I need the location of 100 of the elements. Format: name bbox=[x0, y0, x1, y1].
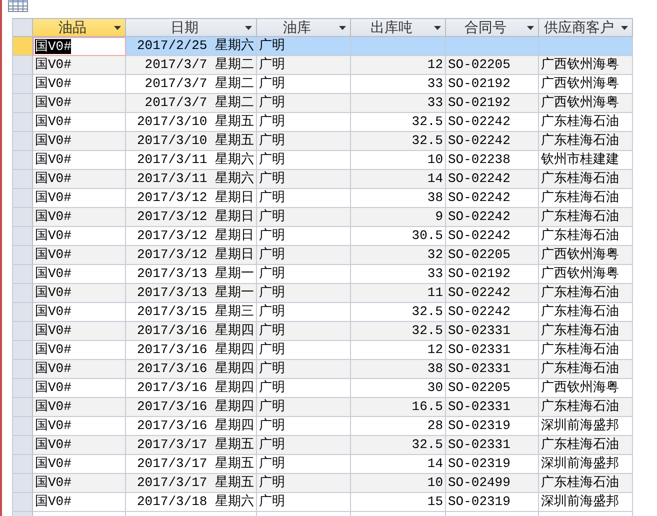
table-cell: 广东桂海石油 bbox=[539, 360, 633, 379]
column-header[interactable]: 合同号 bbox=[446, 18, 539, 37]
table-cell: 2017/3/18 星期六 bbox=[126, 493, 257, 512]
row-selector[interactable] bbox=[13, 455, 33, 474]
table-cell: 广明 bbox=[257, 170, 351, 189]
table-cell: 2017/3/7 星期二 bbox=[126, 94, 257, 113]
row-selector[interactable] bbox=[13, 94, 33, 113]
table-cell: SO-02242 bbox=[446, 284, 539, 303]
table-cell: 广明 bbox=[257, 246, 351, 265]
row-selector[interactable] bbox=[13, 189, 33, 208]
column-header[interactable]: 日期 bbox=[126, 18, 257, 37]
row-selector[interactable] bbox=[13, 132, 33, 151]
table-cell: 2017/3/12 星期日 bbox=[126, 246, 257, 265]
row-selector[interactable] bbox=[13, 284, 33, 303]
table-cell: SO-02331 bbox=[446, 398, 539, 417]
table-cell: 国V0# bbox=[33, 284, 126, 303]
table-cell: 广明 bbox=[257, 56, 351, 75]
column-header[interactable]: 供应商客户 bbox=[539, 18, 633, 37]
table-cell: 2017/3/17 星期五 bbox=[126, 474, 257, 493]
table-cell: 广东桂海石油 bbox=[539, 284, 633, 303]
table-icon bbox=[8, 0, 28, 12]
table-cell: 32 bbox=[351, 246, 446, 265]
table-cell: 广西钦州海粤 bbox=[539, 94, 633, 113]
table-cell: 32.5 bbox=[351, 322, 446, 341]
table-cell: SO-02242 bbox=[446, 208, 539, 227]
table-cell: 广东桂海石油 bbox=[539, 398, 633, 417]
table-cell: SO-02331 bbox=[446, 322, 539, 341]
table-cell: 2017/3/16 星期四 bbox=[126, 398, 257, 417]
row-selector[interactable] bbox=[13, 474, 33, 493]
dropdown-arrow-icon[interactable] bbox=[434, 26, 441, 30]
table-cell: 国V0# bbox=[33, 170, 126, 189]
dropdown-arrow-icon[interactable] bbox=[339, 26, 346, 30]
table-cell: 33 bbox=[351, 94, 446, 113]
select-all-corner[interactable] bbox=[13, 18, 33, 37]
table-cell: SO-02205 bbox=[446, 246, 539, 265]
table-cell: 国V0# bbox=[33, 436, 126, 455]
column-title: 供应商客户 bbox=[543, 19, 615, 36]
table-cell: 9 bbox=[351, 208, 446, 227]
dropdown-arrow-icon[interactable] bbox=[114, 26, 121, 30]
table-cell: SO-02331 bbox=[446, 360, 539, 379]
table-cell: SO-02331 bbox=[446, 436, 539, 455]
row-selector[interactable] bbox=[13, 417, 33, 436]
row-selector[interactable] bbox=[13, 208, 33, 227]
row-selector[interactable] bbox=[13, 227, 33, 246]
table-cell: 32.5 bbox=[351, 436, 446, 455]
column-header[interactable]: 油库 bbox=[257, 18, 351, 37]
table-cell: 国V0# bbox=[33, 56, 126, 75]
table-cell: 广明 bbox=[257, 398, 351, 417]
table-cell: 国V0# bbox=[33, 132, 126, 151]
column-title: 日期 bbox=[170, 20, 200, 36]
row-selector[interactable] bbox=[13, 170, 33, 189]
table-cell: SO-02192 bbox=[446, 94, 539, 113]
dropdown-arrow-icon[interactable] bbox=[621, 26, 628, 30]
table-cell: 国V0# bbox=[33, 208, 126, 227]
dropdown-arrow-icon[interactable] bbox=[245, 26, 252, 30]
table-cell: 广东桂海石油 bbox=[539, 322, 633, 341]
column-title: 油品 bbox=[58, 20, 88, 36]
row-selector[interactable] bbox=[13, 113, 33, 132]
row-selector[interactable] bbox=[13, 265, 33, 284]
table-cell: 国V0# bbox=[33, 398, 126, 417]
table-cell: 38 bbox=[351, 360, 446, 379]
row-selector[interactable] bbox=[13, 37, 33, 56]
table-cell: 15 bbox=[351, 493, 446, 512]
table-cell: 广明 bbox=[257, 284, 351, 303]
row-selector[interactable] bbox=[13, 303, 33, 322]
table-cell: 32.5 bbox=[351, 132, 446, 151]
table-cell: 国V0# bbox=[33, 322, 126, 341]
table-cell: 广明 bbox=[257, 208, 351, 227]
table-cell: 广明 bbox=[257, 132, 351, 151]
row-selector[interactable] bbox=[13, 56, 33, 75]
row-selector[interactable] bbox=[13, 322, 33, 341]
row-selector[interactable] bbox=[13, 75, 33, 94]
table-cell: 广东桂海石油 bbox=[539, 474, 633, 493]
table-cell: 广东桂海石油 bbox=[539, 436, 633, 455]
row-selector[interactable] bbox=[13, 246, 33, 265]
table-cell: 2017/3/17 星期五 bbox=[126, 436, 257, 455]
table-cell: 2017/3/16 星期四 bbox=[126, 360, 257, 379]
table-cell: 10 bbox=[351, 474, 446, 493]
row-selector[interactable] bbox=[13, 436, 33, 455]
table-cell: 广西钦州海粤 bbox=[539, 246, 633, 265]
row-selector[interactable] bbox=[13, 398, 33, 417]
table-cell: 2017/3/7 星期二 bbox=[126, 56, 257, 75]
table-cell: 广明 bbox=[257, 37, 351, 56]
table-cell: 广西钦州海粤 bbox=[539, 56, 633, 75]
dropdown-arrow-icon[interactable] bbox=[527, 26, 534, 30]
table-cell: 国V0# bbox=[33, 360, 126, 379]
column-header[interactable]: 出库吨 bbox=[351, 18, 446, 37]
table-cell: 广明 bbox=[257, 474, 351, 493]
row-selector[interactable] bbox=[13, 493, 33, 512]
table-cell: 2017/3/11 星期六 bbox=[126, 170, 257, 189]
table-cell: SO-02205 bbox=[446, 56, 539, 75]
row-selector[interactable] bbox=[13, 379, 33, 398]
column-header[interactable]: 油品 bbox=[33, 18, 126, 37]
row-selector[interactable] bbox=[13, 151, 33, 170]
table-cell: 广东桂海石油 bbox=[539, 170, 633, 189]
table-cell: 广明 bbox=[257, 322, 351, 341]
row-selector[interactable] bbox=[13, 341, 33, 360]
row-selector[interactable] bbox=[13, 360, 33, 379]
table-cell: 国V0# bbox=[33, 246, 126, 265]
edit-field[interactable]: 国V0# bbox=[33, 37, 126, 56]
